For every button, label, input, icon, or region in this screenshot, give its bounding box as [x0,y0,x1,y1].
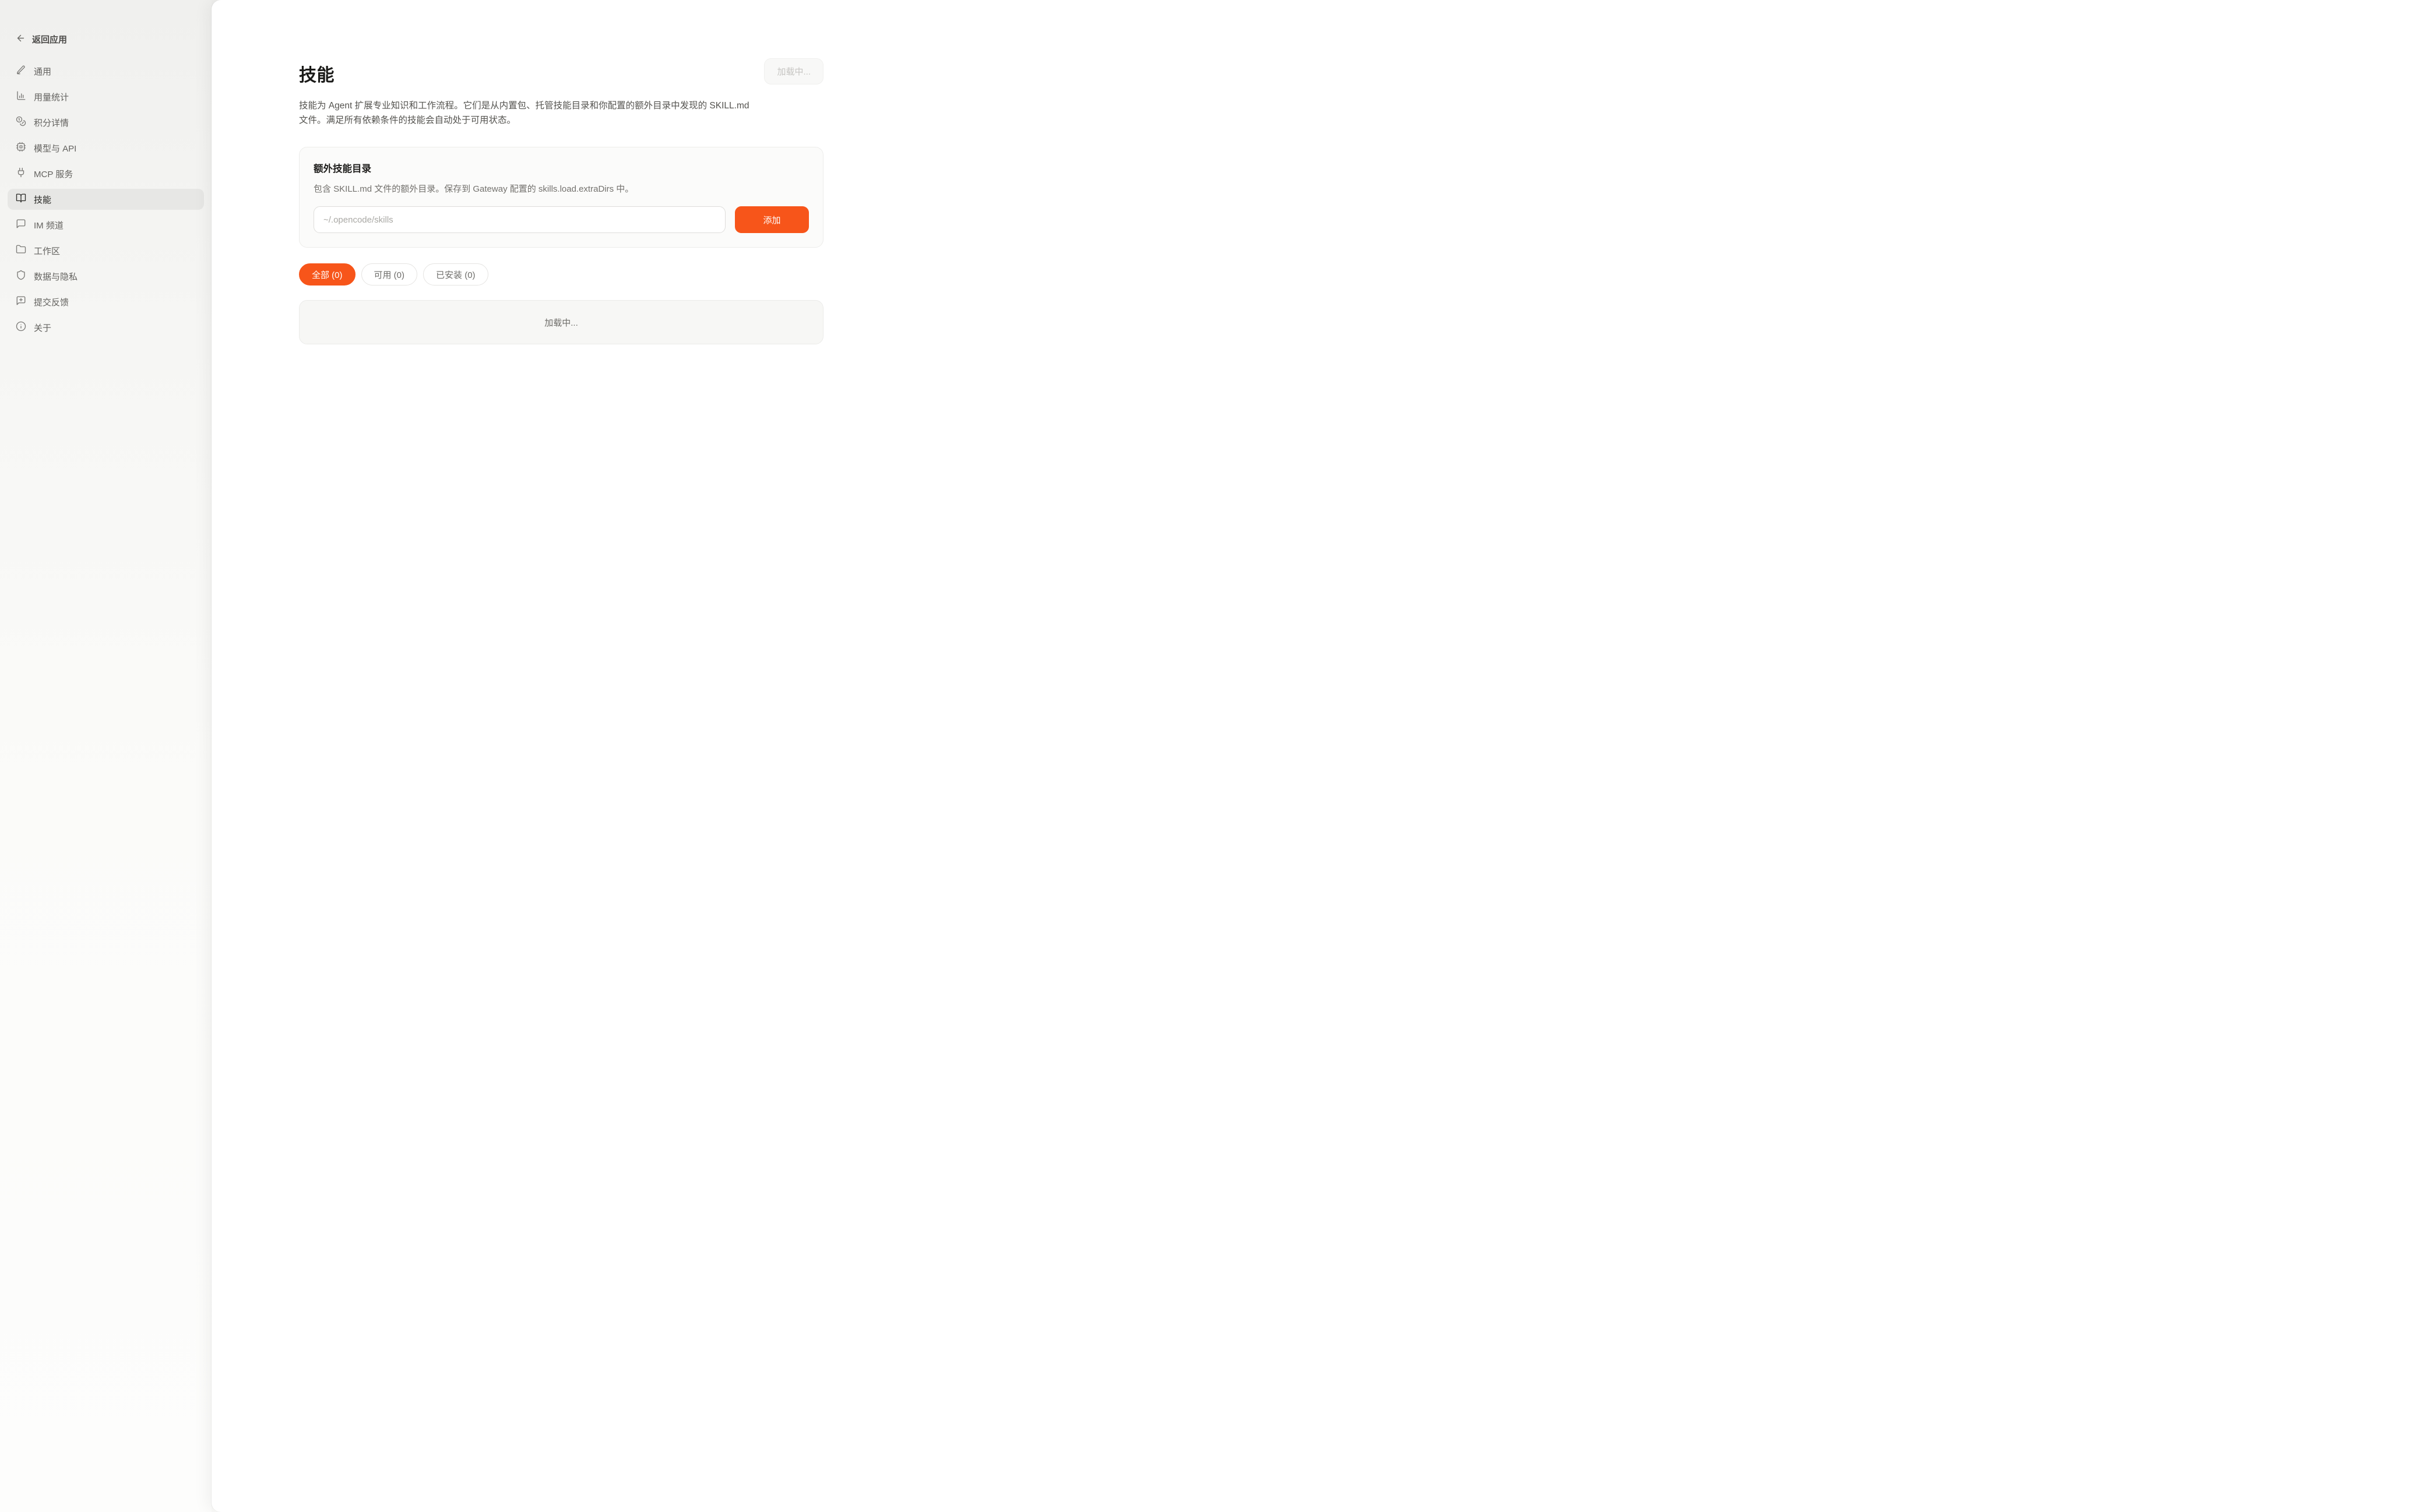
sidebar-item-skills[interactable]: 技能 [8,189,204,210]
arrow-left-icon [16,33,26,45]
sidebar-item-label: 用量统计 [34,91,69,103]
card-title: 额外技能目录 [314,161,809,175]
settings-sidebar: 返回应用 通用 用量统计 积分详情 模型与 API [0,0,212,1512]
skill-directory-input[interactable] [314,206,726,233]
back-to-app-button[interactable]: 返回应用 [0,33,212,45]
sidebar-item-mcp-services[interactable]: MCP 服务 [8,163,204,184]
sidebar-item-general[interactable]: 通用 [8,61,204,82]
sidebar-item-label: 积分详情 [34,117,69,129]
sidebar-item-workspace[interactable]: 工作区 [8,240,204,261]
filter-installed-pill[interactable]: 已安装 (0) [423,263,488,286]
sidebar-item-label: 提交反馈 [34,296,69,308]
page-description: 技能为 Agent 扩展专业知识和工作流程。它们是从内置包、托管技能目录和你配置… [299,98,756,128]
book-open-icon [16,193,26,206]
sidebar-item-label: IM 频道 [34,219,64,231]
folder-icon [16,244,26,257]
page-title: 技能 [299,61,335,86]
content-column: 技能 加载中... 技能为 Agent 扩展专业知识和工作流程。它们是从内置包、… [299,0,823,344]
sidebar-item-label: 关于 [34,322,51,334]
filter-pills: 全部 (0) 可用 (0) 已安装 (0) [299,263,823,286]
sidebar-item-data-privacy[interactable]: 数据与隐私 [8,266,204,287]
back-to-app-label: 返回应用 [32,33,67,45]
sidebar-item-im-channels[interactable]: IM 频道 [8,214,204,235]
pencil-icon [16,65,26,77]
sidebar-item-label: 工作区 [34,245,60,257]
extra-skill-dirs-card: 额外技能目录 包含 SKILL.md 文件的额外目录。保存到 Gateway 配… [299,147,823,248]
sidebar-item-feedback[interactable]: 提交反馈 [8,291,204,312]
skills-list-loading-placeholder: 加载中... [299,300,823,344]
message-square-plus-icon [16,295,26,308]
title-row: 技能 加载中... [299,61,823,86]
sidebar-item-credits[interactable]: 积分详情 [8,112,204,133]
sidebar-item-label: 技能 [34,193,51,206]
sidebar-item-label: MCP 服务 [34,168,73,180]
info-icon [16,321,26,334]
coins-icon [16,116,26,129]
sidebar-item-models-api[interactable]: 模型与 API [8,138,204,158]
filter-available-pill[interactable]: 可用 (0) [361,263,418,286]
sidebar-item-label: 数据与隐私 [34,270,78,283]
bar-chart-icon [16,90,26,103]
sidebar-item-label: 模型与 API [34,142,76,154]
skills-settings-panel: 技能 加载中... 技能为 Agent 扩展专业知识和工作流程。它们是从内置包、… [212,0,2425,1512]
sidebar-item-usage-stats[interactable]: 用量统计 [8,86,204,107]
shield-icon [16,270,26,283]
loading-status-badge: 加载中... [764,58,823,84]
sidebar-item-about[interactable]: 关于 [8,317,204,338]
plug-icon [16,167,26,180]
cpu-icon [16,142,26,154]
add-directory-button[interactable]: 添加 [735,206,809,233]
sidebar-item-label: 通用 [34,65,51,77]
filter-all-pill[interactable]: 全部 (0) [299,263,356,286]
loading-text: 加载中... [544,316,578,329]
message-square-icon [16,218,26,231]
card-description: 包含 SKILL.md 文件的额外目录。保存到 Gateway 配置的 skil… [314,182,809,195]
sidebar-nav: 通用 用量统计 积分详情 模型与 API MCP 服务 [0,61,212,338]
directory-input-row: 添加 [314,206,809,233]
